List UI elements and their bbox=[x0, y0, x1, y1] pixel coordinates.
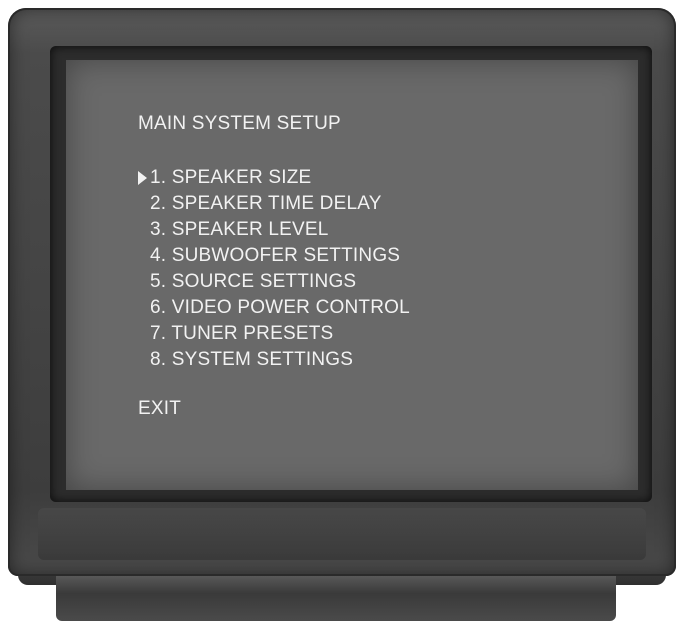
menu-item-label: 6. VIDEO POWER CONTROL bbox=[150, 297, 410, 318]
menu-item-label: 7. TUNER PRESETS bbox=[150, 323, 334, 344]
menu-list: 1. SPEAKER SIZE 2. SPEAKER TIME DELAY 3.… bbox=[138, 165, 410, 373]
menu-item-video-power-control[interactable]: 6. VIDEO POWER CONTROL bbox=[138, 295, 410, 321]
menu-item-source-settings[interactable]: 5. SOURCE SETTINGS bbox=[138, 269, 410, 295]
menu-item-speaker-size[interactable]: 1. SPEAKER SIZE bbox=[138, 165, 410, 191]
menu-item-label: 8. SYSTEM SETTINGS bbox=[150, 349, 354, 370]
menu-item-label: 3. SPEAKER LEVEL bbox=[150, 219, 329, 240]
tv-stand bbox=[56, 575, 616, 621]
menu-item-subwoofer-settings[interactable]: 4. SUBWOOFER SETTINGS bbox=[138, 243, 410, 269]
triangle-right-icon bbox=[138, 171, 147, 185]
menu-title: MAIN SYSTEM SETUP bbox=[138, 113, 341, 134]
menu-item-label: 5. SOURCE SETTINGS bbox=[150, 271, 357, 292]
tv-screen: MAIN SYSTEM SETUP 1. SPEAKER SIZE 2. SPE… bbox=[66, 60, 638, 490]
menu-item-system-settings[interactable]: 8. SYSTEM SETTINGS bbox=[138, 347, 410, 373]
menu-item-label: 1. SPEAKER SIZE bbox=[150, 167, 312, 188]
menu-item-tuner-presets[interactable]: 7. TUNER PRESETS bbox=[138, 321, 410, 347]
menu-item-label: 2. SPEAKER TIME DELAY bbox=[150, 193, 382, 214]
tv-scene: MAIN SYSTEM SETUP 1. SPEAKER SIZE 2. SPE… bbox=[0, 0, 684, 621]
menu-item-label: 4. SUBWOOFER SETTINGS bbox=[150, 245, 401, 266]
menu-exit[interactable]: EXIT bbox=[138, 398, 181, 420]
menu-item-speaker-level[interactable]: 3. SPEAKER LEVEL bbox=[138, 217, 410, 243]
menu-item-speaker-time-delay[interactable]: 2. SPEAKER TIME DELAY bbox=[138, 191, 410, 217]
